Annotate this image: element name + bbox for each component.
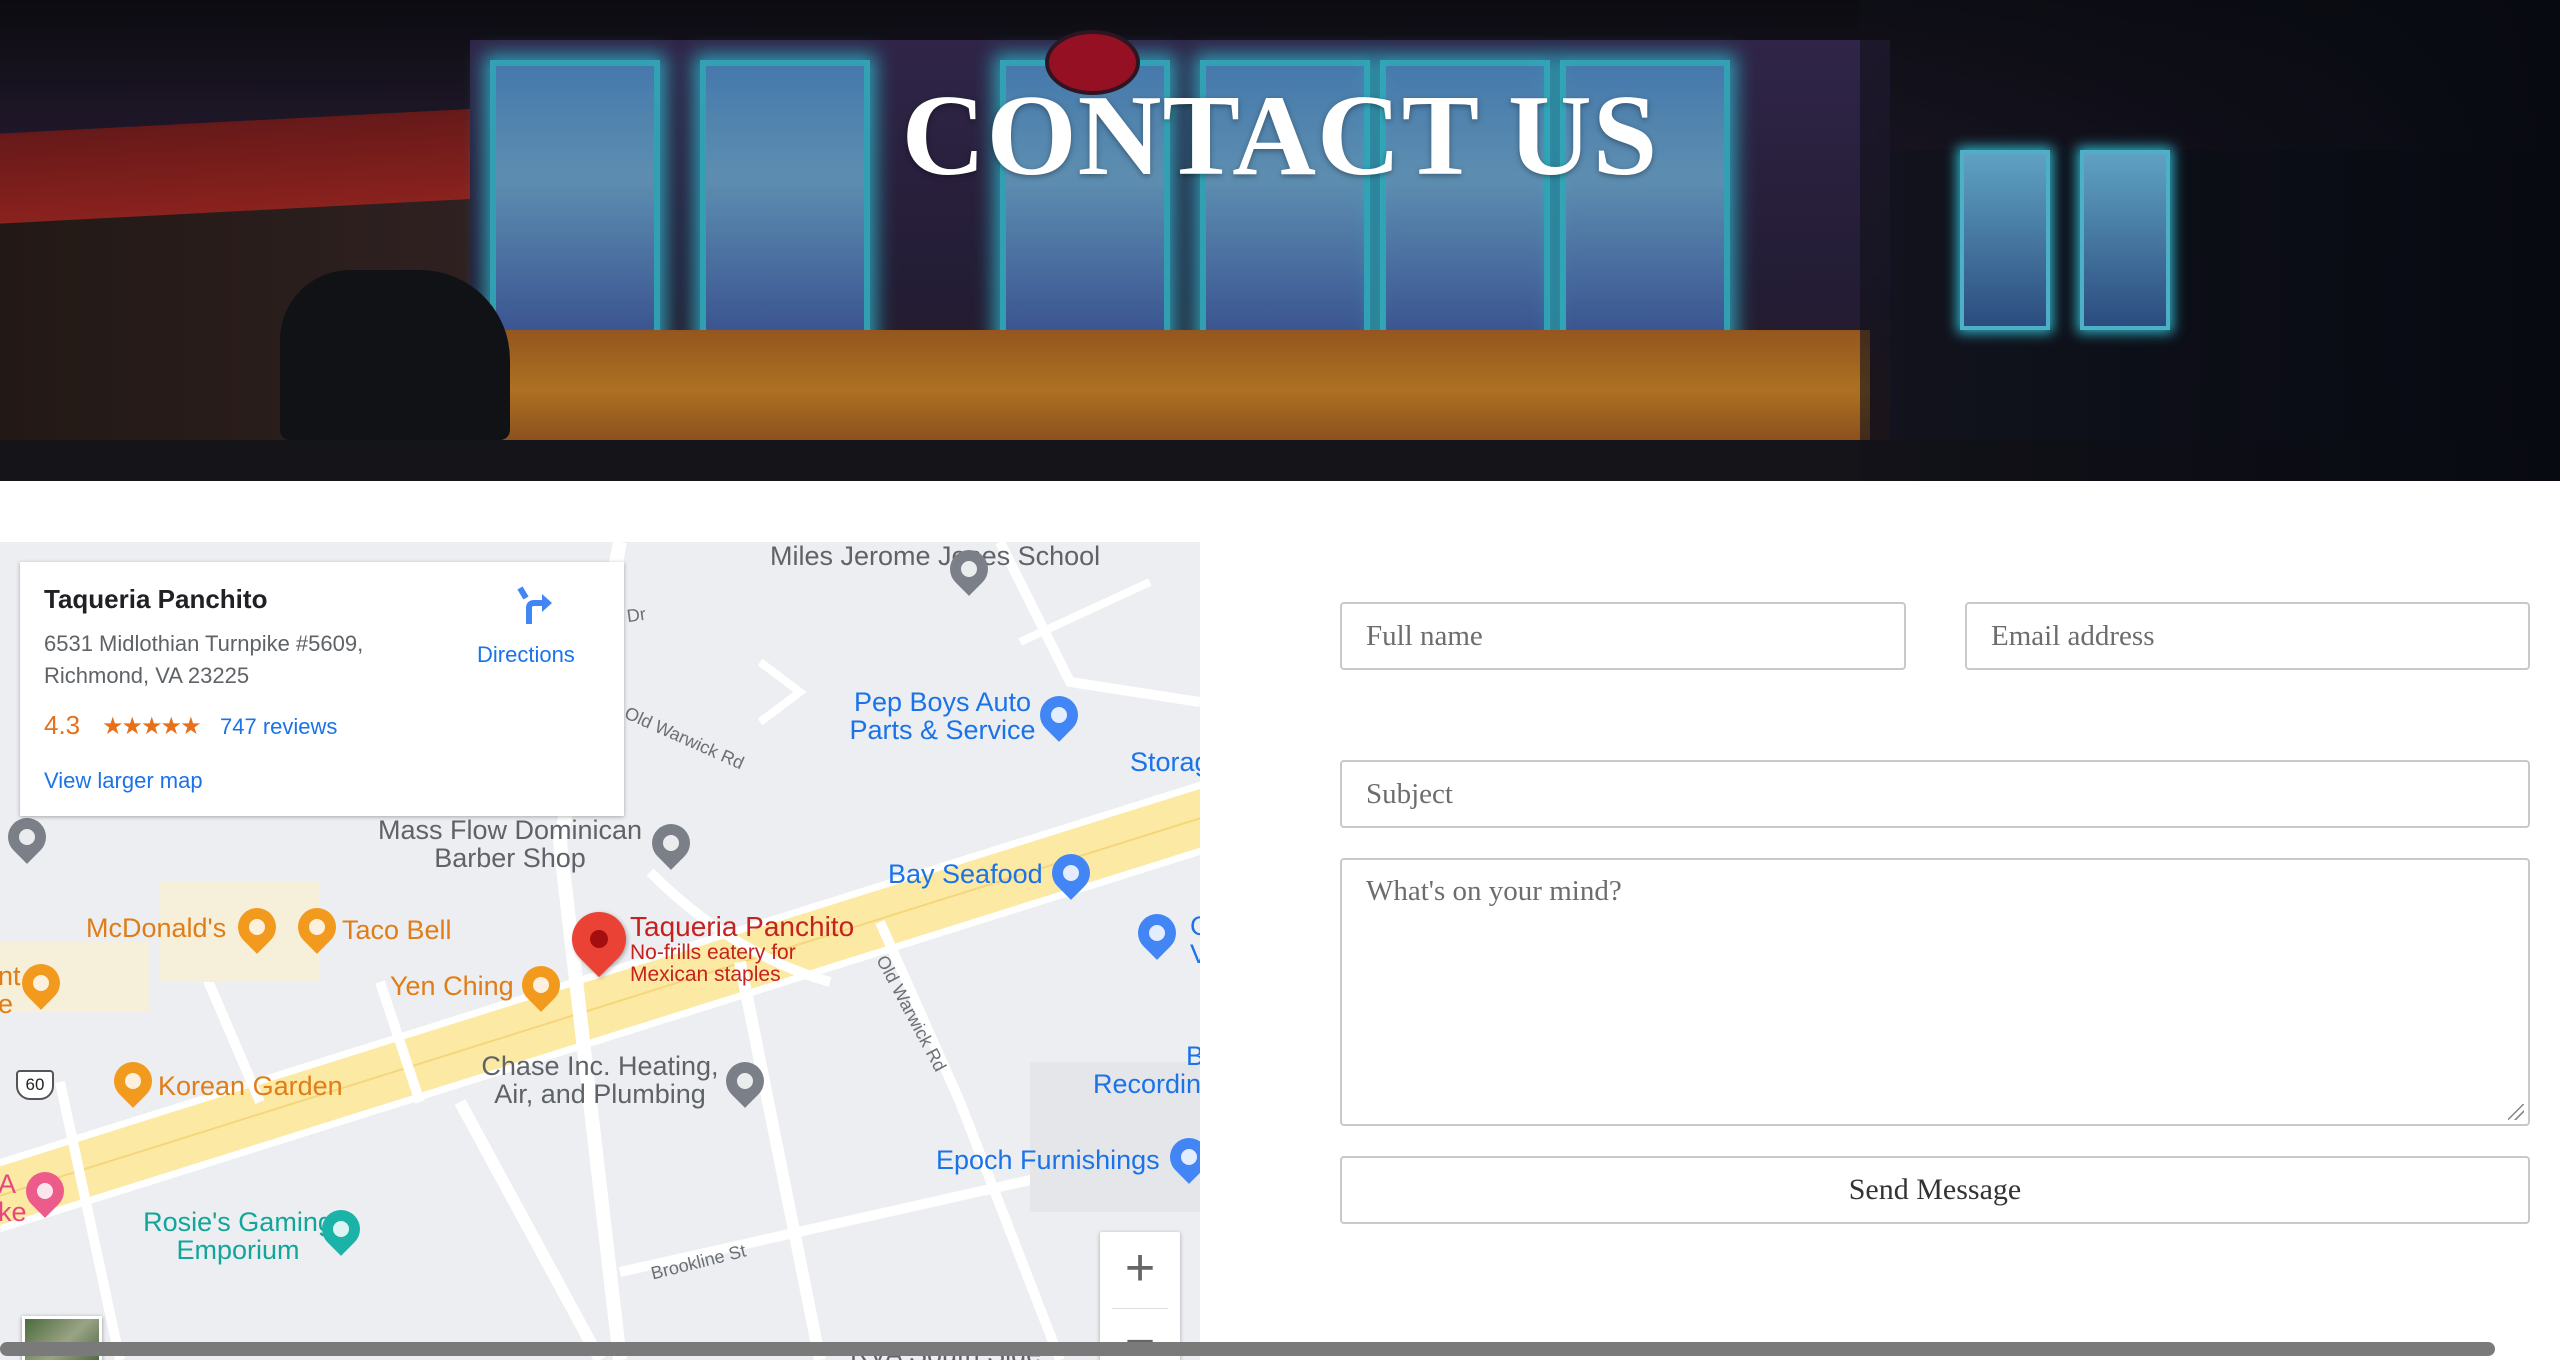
selected-location-description: No-frills eatery for Mexican staples: [630, 941, 796, 986]
google-map[interactable]: Old Warwick Rd Old Warwick Rd Brookline …: [0, 542, 1200, 1360]
poi-storage[interactable]: Storag: [1130, 748, 1200, 776]
poi-recording[interactable]: Recordin: [1093, 1070, 1200, 1098]
place-name: Taqueria Panchito: [44, 584, 268, 614]
subject-placeholder: Subject: [1366, 778, 1453, 810]
place-rating: 4.3: [44, 710, 81, 740]
full-name-input[interactable]: Full name: [1340, 602, 1906, 670]
poi-pep-boys[interactable]: Pep Boys Auto Parts & Service: [845, 688, 1040, 744]
directions-icon[interactable]: [512, 584, 556, 628]
poi-taco-bell[interactable]: Taco Bell: [342, 916, 452, 944]
poi-left-a[interactable]: A: [0, 1170, 16, 1198]
message-placeholder: What's on your mind?: [1366, 875, 1622, 907]
page-title: CONTACT US: [901, 72, 1659, 200]
message-textarea[interactable]: What's on your mind?: [1340, 858, 2530, 1126]
poi-miles-jerome-school[interactable]: Miles Jerome Jones School: [770, 542, 1100, 570]
email-placeholder: Email address: [1991, 620, 2155, 652]
selected-location-label[interactable]: Taqueria Panchito No-frills eatery for M…: [630, 912, 854, 986]
poi-korean-garden[interactable]: Korean Garden: [158, 1072, 343, 1100]
poi-bay-seafood[interactable]: Bay Seafood: [888, 860, 1043, 888]
directions-link[interactable]: Directions: [477, 642, 575, 668]
horizontal-scrollbar[interactable]: [0, 1342, 2495, 1356]
reviews-link[interactable]: 747 reviews: [220, 714, 337, 740]
place-address: 6531 Midlothian Turnpike #5609, Richmond…: [44, 631, 364, 688]
poi-mcdonalds[interactable]: McDonald's: [86, 914, 226, 942]
route-60-shield: 60: [16, 1070, 54, 1100]
hero-banner: CONTACT US: [0, 0, 2560, 481]
map-zoom-control: + −: [1100, 1232, 1180, 1360]
poi-rosies-gaming[interactable]: Rosie's Gaming Emporium: [118, 1208, 358, 1264]
send-message-button[interactable]: Send Message: [1340, 1156, 2530, 1224]
poi-recording-b[interactable]: B: [1186, 1042, 1200, 1070]
resize-handle-icon[interactable]: [2508, 1104, 2524, 1120]
poi-left-nt[interactable]: nt: [0, 962, 21, 990]
zoom-in-button[interactable]: +: [1100, 1238, 1180, 1298]
selected-location-name: Taqueria Panchito: [630, 911, 855, 942]
poi-v[interactable]: V: [1190, 940, 1200, 968]
poi-g[interactable]: G: [1190, 912, 1200, 940]
zoom-divider: [1112, 1308, 1168, 1309]
poi-yen-ching[interactable]: Yen Ching: [390, 972, 514, 1000]
poi-left-ke[interactable]: ke: [0, 1198, 27, 1226]
star-rating-icon: ★★★★★: [102, 713, 202, 740]
poi-left-e[interactable]: e: [0, 990, 13, 1018]
poi-chase-heating[interactable]: Chase Inc. Heating, Air, and Plumbing: [470, 1052, 730, 1108]
full-name-placeholder: Full name: [1366, 620, 1483, 652]
subject-input[interactable]: Subject: [1340, 760, 2530, 828]
place-info-card: Taqueria Panchito 6531 Midlothian Turnpi…: [20, 562, 624, 816]
email-address-input[interactable]: Email address: [1965, 602, 2530, 670]
view-larger-map-link[interactable]: View larger map: [44, 768, 203, 794]
poi-mass-flow-barber[interactable]: Mass Flow Dominican Barber Shop: [370, 816, 650, 872]
poi-epoch-furnishings[interactable]: Epoch Furnishings: [936, 1146, 1160, 1174]
